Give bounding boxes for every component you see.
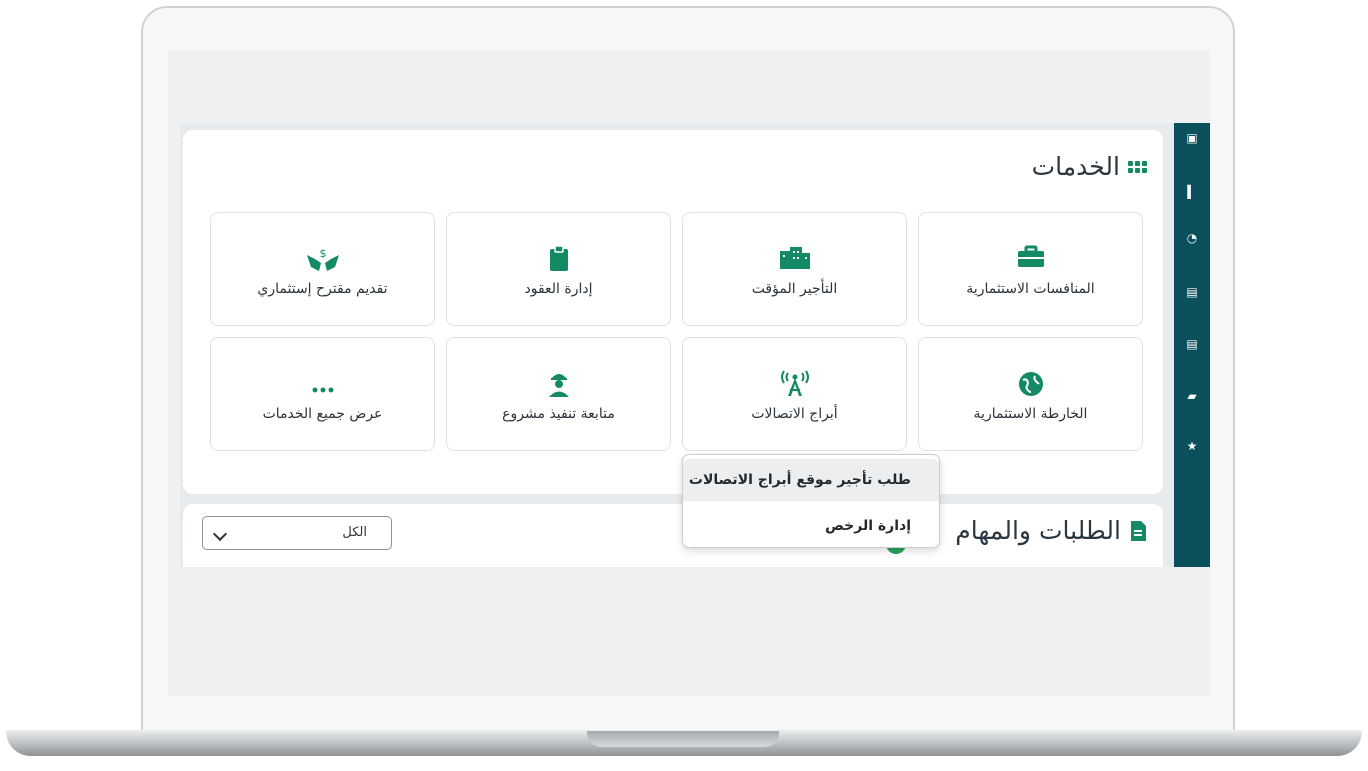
tile-investment-proposal[interactable]: $ تقديم مقترح إستثماري xyxy=(210,212,435,326)
tile-label: إدارة العقود xyxy=(524,281,593,297)
grid-icon xyxy=(1128,160,1147,173)
stats-icon[interactable]: ▍ xyxy=(1186,185,1198,199)
tile-telecom-towers[interactable]: أبراج الاتصالات xyxy=(682,337,907,451)
services-card: الخدمات المنافسات الاستثمارية التأجير ال… xyxy=(183,130,1163,494)
services-title: الخدمات xyxy=(1031,152,1120,181)
filter-select[interactable]: الكل xyxy=(202,516,392,550)
more-dots-icon xyxy=(211,370,434,396)
tile-label: أبراج الاتصالات xyxy=(751,406,838,422)
globe-icon xyxy=(919,370,1142,396)
svg-text:$: $ xyxy=(319,247,326,260)
hands-money-icon: $ xyxy=(211,245,434,271)
tile-label: عرض جميع الخدمات xyxy=(262,406,383,422)
list-icon[interactable]: ▤ xyxy=(1186,337,1198,351)
document-icon[interactable]: ▤ xyxy=(1186,285,1198,299)
services-header: الخدمات xyxy=(1032,152,1147,181)
tile-label: تقديم مقترح إستثماري xyxy=(257,281,388,297)
worker-icon xyxy=(447,370,670,397)
gauge-icon[interactable]: ◔ xyxy=(1186,231,1198,245)
tile-contract-management[interactable]: إدارة العقود xyxy=(446,212,671,326)
side-rail: ▣ ▍ ◔ ▤ ▤ ▰ ★ xyxy=(1174,123,1210,567)
clipboard-icon xyxy=(447,245,670,271)
tile-temporary-rental[interactable]: التأجير المؤقت xyxy=(682,212,907,326)
menu-item-tower-site-rental[interactable]: طلب تأجير موقع أبراج الاتصالات xyxy=(683,459,939,501)
star-icon[interactable]: ★ xyxy=(1186,439,1198,453)
laptop-notch xyxy=(587,731,779,747)
tile-investment-map[interactable]: الخارطة الاستثمارية xyxy=(918,337,1143,451)
tile-label: التأجير المؤقت xyxy=(751,281,838,297)
chat-icon[interactable]: ▰ xyxy=(1186,389,1198,403)
tile-label: الخارطة الاستثمارية xyxy=(973,406,1088,422)
tile-project-tracking[interactable]: متابعة تنفيذ مشروع xyxy=(446,337,671,451)
tile-investment-competitions[interactable]: المنافسات الاستثمارية xyxy=(918,212,1143,326)
menu-item-license-management[interactable]: إدارة الرخص xyxy=(683,505,939,547)
antenna-tower-icon xyxy=(683,370,906,396)
file-icon xyxy=(1131,520,1146,541)
towers-dropdown-menu: طلب تأجير موقع أبراج الاتصالات إدارة الر… xyxy=(682,454,940,548)
requests-card: الطلبات والمهام الكل xyxy=(183,504,1163,567)
briefcase-icon xyxy=(919,245,1142,271)
tile-all-services[interactable]: عرض جميع الخدمات xyxy=(210,337,435,451)
chevron-down-icon xyxy=(212,526,228,542)
buildings-icon xyxy=(683,245,906,271)
tile-label: المنافسات الاستثمارية xyxy=(966,281,1095,297)
dashboard-icon[interactable]: ▣ xyxy=(1186,131,1198,145)
tile-label: متابعة تنفيذ مشروع xyxy=(502,406,615,422)
screen: ▣ ▍ ◔ ▤ ▤ ▰ ★ الخدمات المنافسات الاستثما… xyxy=(168,50,1210,696)
requests-header: الطلبات والمهام xyxy=(955,516,1147,545)
requests-title: الطلبات والمهام xyxy=(955,516,1121,545)
filter-value: الكل xyxy=(342,525,367,540)
